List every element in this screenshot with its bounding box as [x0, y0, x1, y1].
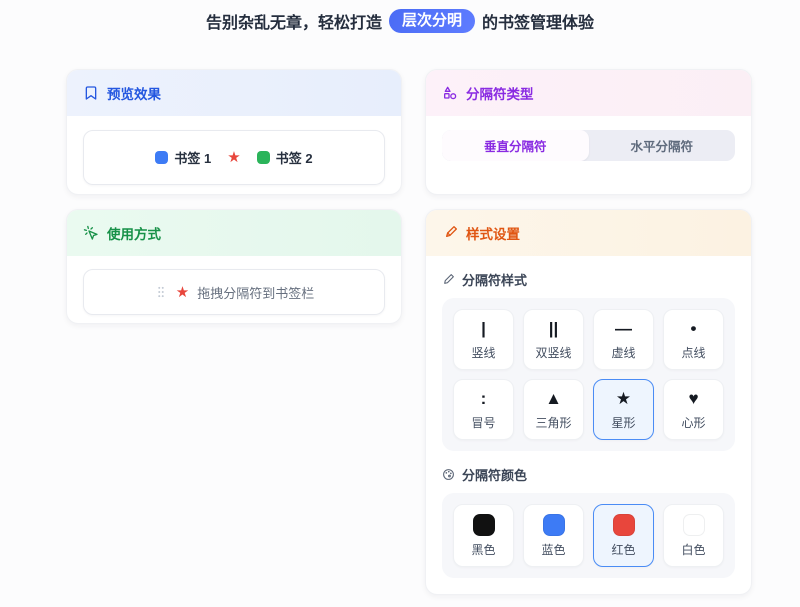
usage-card: 使用方式 ★ 拖拽分隔符到书签栏: [66, 209, 402, 324]
shapes-icon: [442, 85, 458, 101]
grip-dots-icon: [154, 285, 168, 299]
color-option-blue[interactable]: 蓝色: [523, 504, 584, 567]
title-badge: 层次分明: [389, 9, 475, 33]
separator-star-icon: ★: [176, 285, 189, 300]
usage-card-header: 使用方式: [67, 210, 401, 256]
color-option-label: 蓝色: [541, 541, 565, 558]
style-option-glyph: ||: [549, 319, 559, 339]
title-suffix: 的书签管理体验: [482, 9, 594, 33]
style-option-vline[interactable]: | 竖线: [453, 309, 514, 370]
style-option-dot[interactable]: • 点线: [663, 309, 724, 370]
bookmark-1-favicon: [155, 151, 168, 164]
bookmark-chip-2: 书签 2: [257, 148, 313, 167]
style-option-label: 双竖线: [535, 344, 571, 361]
style-option-label: 点线: [681, 344, 705, 361]
style-settings-header: 样式设置: [426, 210, 751, 256]
drag-hint-text: 拖拽分隔符到书签栏: [197, 283, 314, 302]
color-swatch: [543, 514, 565, 536]
paintbrush-icon: [442, 225, 458, 241]
style-settings-title: 样式设置: [466, 223, 520, 243]
page-title: 告别杂乱无章，轻松打造 层次分明 的书签管理体验: [0, 0, 800, 33]
left-column: 预览效果 书签 1 ★ 书签 2 使用方式: [66, 69, 402, 324]
cursor-click-icon: [83, 225, 99, 241]
separator-star-icon: ★: [227, 150, 240, 165]
color-swatch: [613, 514, 635, 536]
bookmark-chip-1: 书签 1: [155, 148, 211, 167]
palette-icon: [442, 468, 455, 481]
separator-style-section: 分隔符样式 | 竖线 || 双竖线 — 虚线: [426, 256, 751, 451]
bookmark-bar-preview: 书签 1 ★ 书签 2: [83, 130, 385, 185]
color-option-red[interactable]: 红色: [593, 504, 654, 567]
separator-color-label-row: 分隔符颜色: [442, 465, 735, 484]
preview-card-header: 预览效果: [67, 70, 401, 116]
style-option-glyph: ★: [616, 389, 631, 409]
color-option-white[interactable]: 白色: [663, 504, 724, 567]
color-option-label: 黑色: [471, 541, 495, 558]
separator-type-card: 分隔符类型 垂直分隔符 水平分隔符: [425, 69, 752, 195]
style-option-label: 竖线: [471, 344, 495, 361]
style-option-label: 星形: [611, 414, 635, 431]
separator-color-section: 分隔符颜色 黑色 蓝色 红色: [426, 451, 751, 578]
separator-style-label: 分隔符样式: [462, 270, 527, 289]
style-option-star[interactable]: ★ 星形: [593, 379, 654, 440]
pen-icon: [442, 273, 455, 286]
bookmark-1-label: 书签 1: [174, 148, 211, 167]
style-option-glyph: •: [691, 319, 697, 339]
style-option-double-vline[interactable]: || 双竖线: [523, 309, 584, 370]
style-option-label: 虚线: [611, 344, 635, 361]
bookmark-icon: [83, 85, 99, 101]
separator-type-title: 分隔符类型: [466, 83, 534, 103]
style-option-label: 心形: [681, 414, 705, 431]
tab-vertical-separator[interactable]: 垂直分隔符: [442, 130, 589, 161]
color-option-label: 红色: [611, 541, 635, 558]
bookmark-2-label: 书签 2: [276, 148, 313, 167]
separator-color-label: 分隔符颜色: [462, 465, 527, 484]
draggable-separator-pill[interactable]: ★ 拖拽分隔符到书签栏: [83, 269, 385, 315]
main-grid: 预览效果 书签 1 ★ 书签 2 使用方式: [66, 69, 752, 595]
style-option-glyph: ♥: [688, 389, 698, 409]
style-option-label: 冒号: [471, 414, 495, 431]
color-swatch: [473, 514, 495, 536]
style-option-glyph: ▲: [545, 389, 562, 409]
preview-card: 预览效果 书签 1 ★ 书签 2: [66, 69, 402, 195]
style-option-colon[interactable]: : 冒号: [453, 379, 514, 440]
tab-horizontal-separator[interactable]: 水平分隔符: [589, 130, 736, 161]
separator-style-label-row: 分隔符样式: [442, 270, 735, 289]
right-column: 分隔符类型 垂直分隔符 水平分隔符 样式设置 分隔符样式 |: [425, 69, 752, 595]
preview-card-title: 预览效果: [107, 83, 161, 103]
bookmark-2-favicon: [257, 151, 270, 164]
title-prefix: 告别杂乱无章，轻松打造: [206, 9, 382, 33]
separator-color-grid: 黑色 蓝色 红色 白色: [442, 493, 735, 578]
separator-style-grid: | 竖线 || 双竖线 — 虚线 • 点线: [442, 298, 735, 451]
color-option-black[interactable]: 黑色: [453, 504, 514, 567]
style-option-glyph: —: [615, 319, 632, 339]
separator-type-header: 分隔符类型: [426, 70, 751, 116]
separator-type-tabs: 垂直分隔符 水平分隔符: [442, 130, 735, 161]
style-settings-card: 样式设置 分隔符样式 | 竖线 || 双竖线: [425, 209, 752, 595]
style-option-triangle[interactable]: ▲ 三角形: [523, 379, 584, 440]
style-option-dash[interactable]: — 虚线: [593, 309, 654, 370]
style-option-glyph: |: [481, 319, 486, 339]
usage-card-title: 使用方式: [107, 223, 161, 243]
color-swatch: [683, 514, 705, 536]
style-option-heart[interactable]: ♥ 心形: [663, 379, 724, 440]
style-option-label: 三角形: [535, 414, 571, 431]
color-option-label: 白色: [681, 541, 705, 558]
style-option-glyph: :: [481, 389, 487, 409]
